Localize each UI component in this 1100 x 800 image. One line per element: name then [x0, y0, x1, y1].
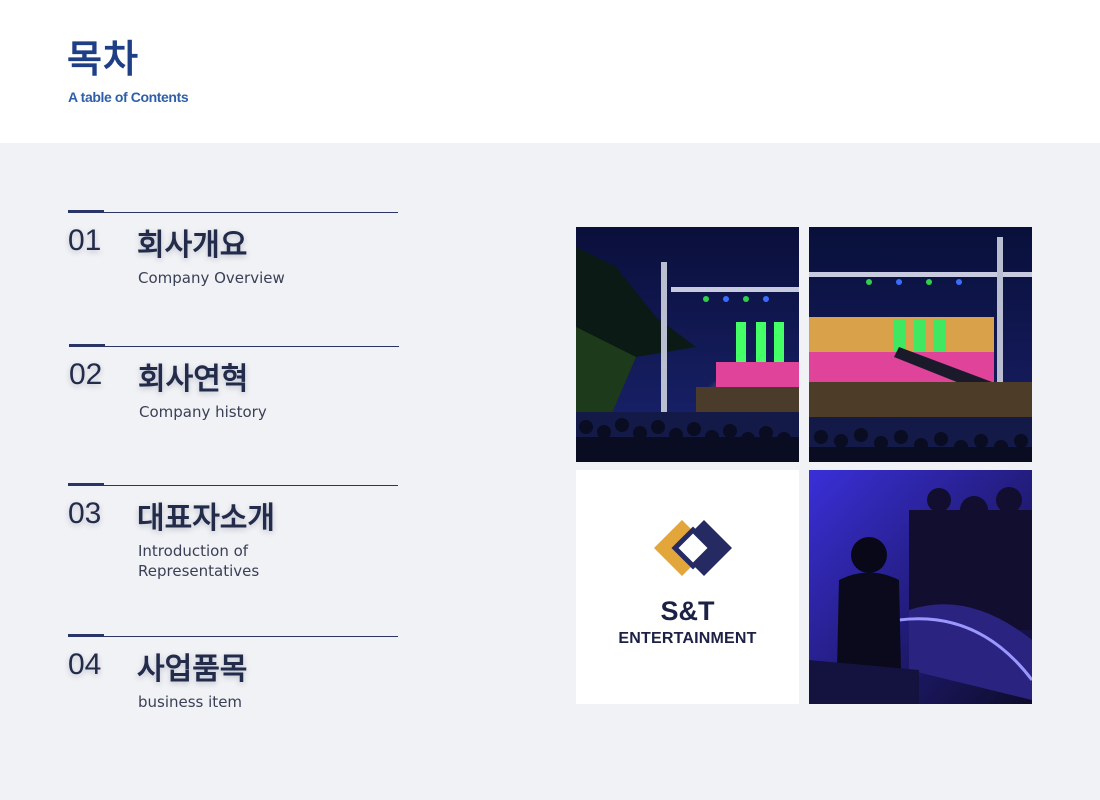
logo-name: S&T [660, 596, 715, 626]
toc-divider [68, 212, 398, 213]
toc-subtitle: business item [138, 693, 243, 711]
company-logo-tile: S&T ENTERTAINMENT [576, 470, 799, 704]
toc-divider [69, 346, 399, 347]
audience-staff-photo [809, 470, 1032, 704]
concert-stage-photo-2 [809, 227, 1032, 462]
toc-title: 사업품목 [137, 652, 248, 687]
toc-number: 01 [68, 224, 102, 257]
toc-divider [68, 485, 398, 486]
toc-number: 04 [68, 648, 102, 681]
toc-number: 03 [68, 497, 102, 530]
page-title: 목차 [67, 37, 139, 81]
page-subtitle: A table of Contents [68, 89, 189, 105]
logo-mark-icon [654, 520, 732, 576]
toc-number: 02 [69, 358, 103, 391]
toc-title: 회사개요 [137, 228, 248, 263]
toc-subtitle: Company history [139, 403, 267, 421]
concert-stage-photo-1 [576, 227, 799, 462]
logo-subtitle: ENTERTAINMENT [618, 630, 757, 647]
header: 목차 A table of Contents [0, 0, 1100, 143]
toc-divider [68, 636, 398, 637]
toc-subtitle: Company Overview [138, 269, 285, 287]
toc-subtitle: Introduction of Representatives [138, 542, 260, 580]
toc-title: 회사연혁 [138, 362, 249, 397]
toc-title: 대표자소개 [137, 501, 275, 536]
